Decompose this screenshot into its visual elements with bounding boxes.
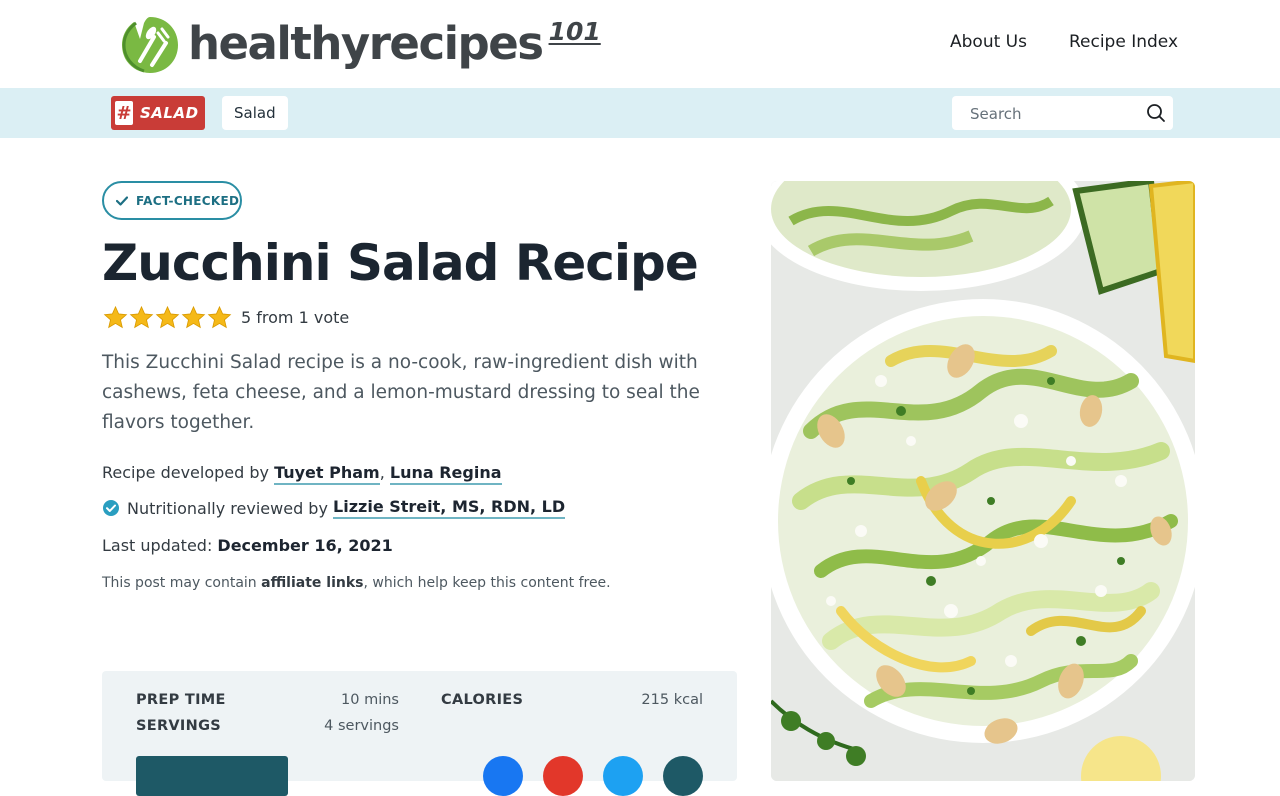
author-link-tuyet-pham[interactable]: Tuyet Pham: [274, 463, 380, 485]
email-share-button[interactable]: [663, 756, 703, 796]
reviewer-link[interactable]: Lizzie Streit, MS, RDN, LD: [333, 497, 566, 519]
recipe-hero-image: [771, 181, 1195, 781]
salad-tag-label: SALAD: [140, 104, 199, 122]
rating-stars[interactable]: [103, 305, 232, 330]
star-icon[interactable]: [207, 305, 232, 330]
site-header: healthyrecipes 101 About Us Recipe Index: [0, 0, 1280, 88]
breadcrumb-salad[interactable]: Salad: [222, 96, 288, 130]
site-logo[interactable]: healthyrecipes 101: [118, 10, 601, 80]
prep-time-label: PREP TIME: [136, 692, 226, 708]
last-updated-date: December 16, 2021: [217, 536, 393, 555]
nav-about-us[interactable]: About Us: [950, 32, 1027, 52]
logo-leaf-icon: [122, 17, 178, 73]
main-nav: About Us Recipe Index: [950, 32, 1178, 52]
search-icon[interactable]: [1146, 103, 1166, 123]
checkmark-icon: [116, 195, 128, 206]
last-updated: Last updated: December 16, 2021: [102, 536, 393, 555]
verified-check-icon: [103, 500, 119, 516]
star-icon[interactable]: [181, 305, 206, 330]
prep-time-value: 10 mins: [341, 692, 399, 708]
author-separator: ,: [379, 463, 390, 482]
logo-wordmark: healthyrecipes: [188, 16, 544, 70]
star-icon[interactable]: [155, 305, 180, 330]
nutrition-reviewer: Nutritionally reviewed by Lizzie Streit,…: [102, 497, 566, 519]
recipe-rating: 5 from 1 vote: [103, 305, 349, 330]
servings-value: 4 servings: [324, 718, 399, 734]
rating-text: 5 from 1 vote: [241, 308, 350, 327]
facebook-share-button[interactable]: [483, 756, 523, 796]
star-icon[interactable]: [129, 305, 154, 330]
affiliate-disclosure: This post may contain affiliate links, w…: [102, 575, 611, 591]
logo-suffix: 101: [548, 16, 601, 46]
recipe-info-box: PREP TIME 10 mins SERVINGS 4 servings CA…: [102, 671, 737, 796]
last-updated-label: Last updated:: [102, 536, 218, 555]
search-input[interactable]: [968, 96, 1142, 132]
pinterest-share-button[interactable]: [543, 756, 583, 796]
reviewed-by-label: Nutritionally reviewed by: [127, 498, 328, 518]
affiliate-text-before: This post may contain: [102, 575, 262, 591]
zucchini-salad-photo: [771, 181, 1195, 781]
jump-to-recipe-button[interactable]: [136, 756, 288, 796]
recipe-intro: This Zucchini Salad recipe is a no-cook,…: [102, 352, 700, 433]
fact-checked-label: FACT-CHECKED: [136, 193, 240, 208]
salad-category-tag[interactable]: # SALAD: [111, 96, 205, 130]
fact-checked-badge[interactable]: FACT-CHECKED: [102, 181, 242, 220]
recipe-title: Zucchini Salad Recipe: [102, 234, 699, 292]
servings-label: SERVINGS: [136, 718, 222, 734]
nav-recipe-index[interactable]: Recipe Index: [1069, 32, 1178, 52]
calories-value: 215 kcal: [641, 692, 703, 708]
affiliate-text-after: , which help keep this content free.: [363, 575, 611, 591]
author-link-luna-regina[interactable]: Luna Regina: [389, 463, 502, 485]
developed-by-label: Recipe developed by: [102, 463, 275, 482]
category-bar: # SALAD Salad: [0, 88, 1280, 138]
star-icon[interactable]: [103, 305, 128, 330]
hash-icon: #: [115, 101, 133, 125]
calories-label: CALORIES: [441, 692, 524, 708]
recipe-developers: Recipe developed by Tuyet Pham, Luna Reg…: [102, 463, 502, 485]
twitter-share-button[interactable]: [603, 756, 643, 796]
affiliate-links-link[interactable]: affiliate links: [261, 575, 363, 591]
search-box: [952, 96, 1173, 132]
